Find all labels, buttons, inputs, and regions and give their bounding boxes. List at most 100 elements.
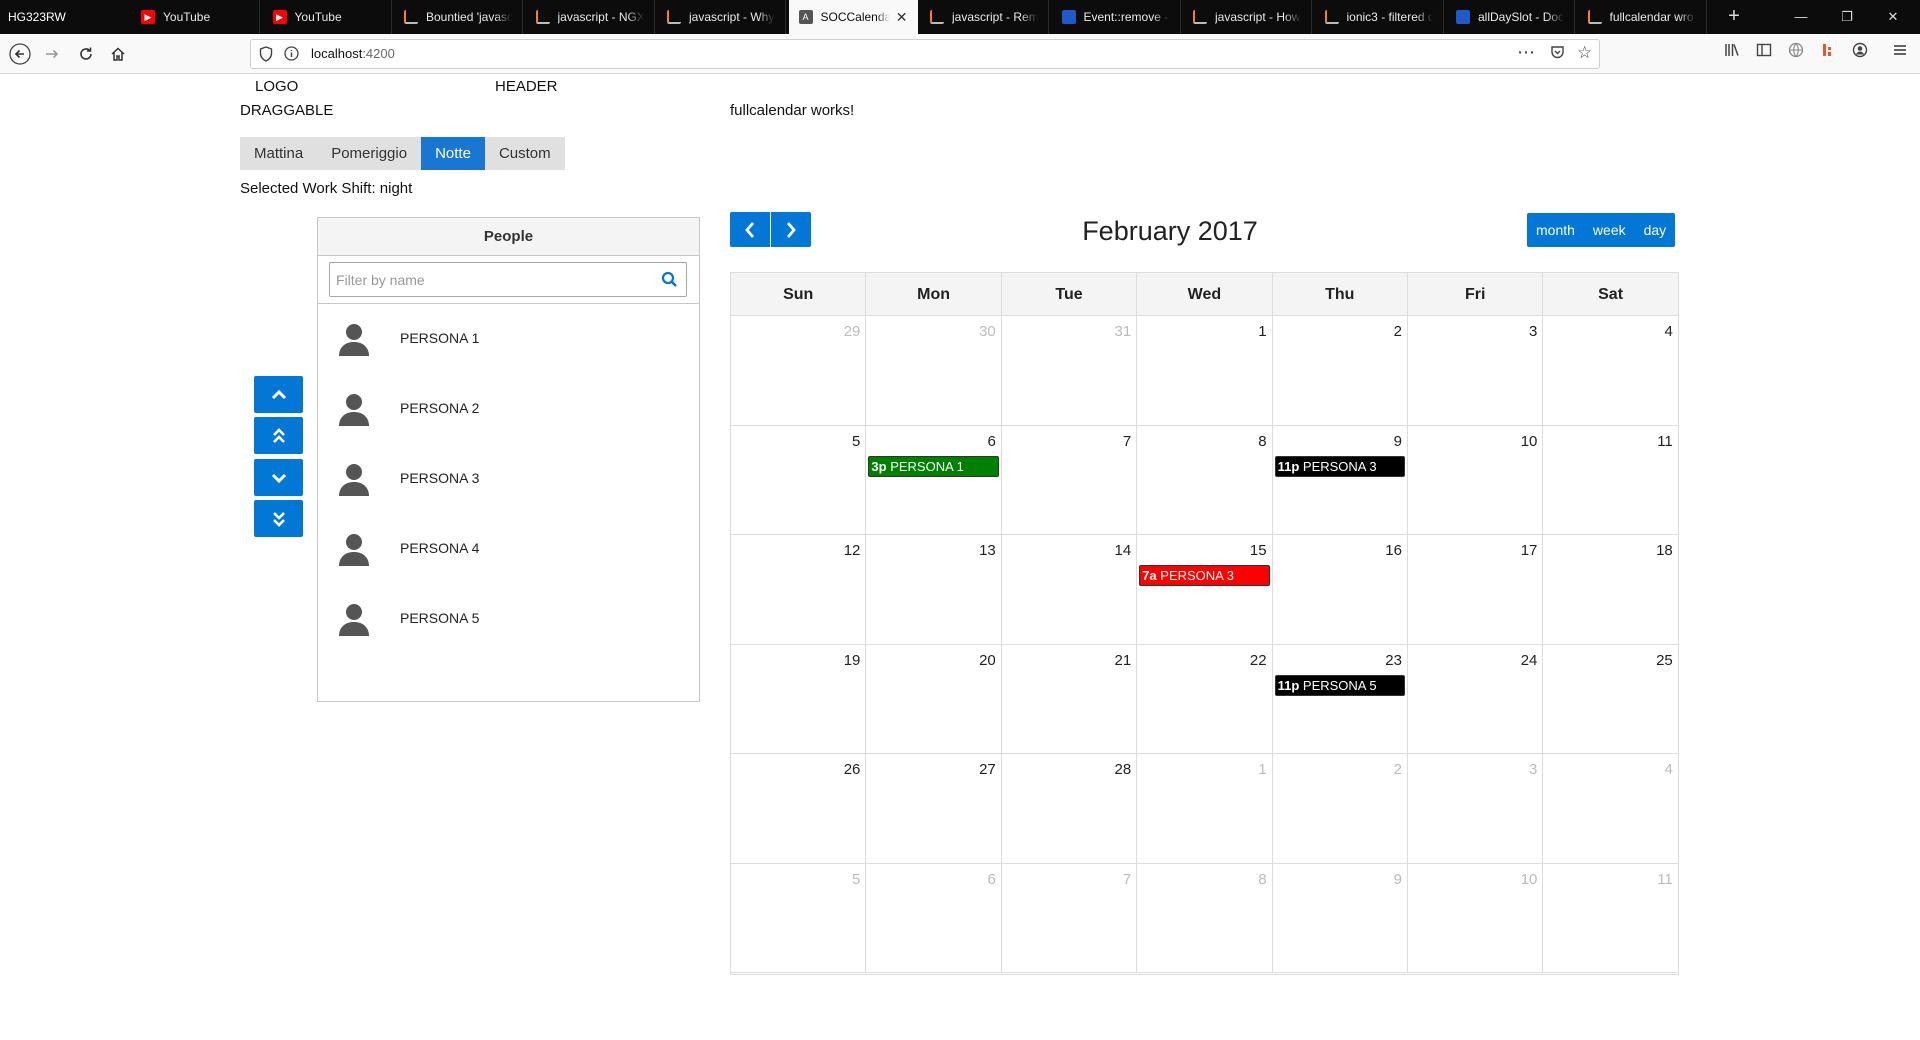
browser-tab[interactable]: ▶ YouTube — [131, 0, 260, 34]
browser-tab[interactable]: Bountied 'javasc — [394, 0, 523, 34]
calendar-day-cell[interactable]: 29 — [731, 316, 867, 426]
info-icon[interactable] — [284, 46, 299, 64]
calendar-day-cell[interactable]: 2 — [1272, 754, 1408, 864]
search-icon[interactable] — [661, 271, 678, 293]
calendar-day-cell[interactable]: 6 3p PERSONA 1 — [866, 425, 1002, 535]
calendar-day-cell[interactable]: 20 — [866, 644, 1002, 754]
move-top-button[interactable] — [254, 417, 303, 454]
calendar-day-cell[interactable]: 4 — [1543, 316, 1679, 426]
browser-tab[interactable]: A SOCCalendar ✕ — [788, 0, 918, 34]
bookmark-star-icon[interactable]: ☆ — [1577, 43, 1592, 63]
close-tab-icon[interactable]: ✕ — [896, 9, 908, 26]
calendar-day-cell[interactable]: 9 11p PERSONA 3 — [1272, 425, 1408, 535]
home-button[interactable] — [104, 40, 132, 68]
calendar-day-cell[interactable]: 7 — [1001, 863, 1138, 973]
calendar-day-cell[interactable]: 19 — [731, 644, 867, 754]
browser-tab[interactable]: javascript - Rem — [920, 0, 1049, 34]
calendar-day-cell[interactable]: 27 — [866, 754, 1002, 864]
calendar-day-cell[interactable]: 2 — [1272, 316, 1408, 426]
calendar-day-cell[interactable]: 15 7a PERSONA 3 — [1137, 535, 1273, 645]
filter-by-name-input[interactable] — [330, 263, 640, 296]
calendar-day-cell[interactable]: 3 — [1408, 754, 1544, 864]
person-list-item[interactable]: PERSONA 3 — [318, 444, 699, 514]
calendar-day-cell[interactable]: 26 — [731, 754, 867, 864]
new-tab-button[interactable]: + — [1716, 0, 1752, 34]
calendar-prev-button[interactable] — [730, 212, 770, 247]
library-icon[interactable] — [1720, 42, 1744, 66]
reload-button[interactable] — [72, 40, 100, 68]
calendar-day-cell[interactable]: 22 — [1137, 644, 1273, 754]
browser-tab[interactable]: fullcalendar wro — [1578, 0, 1707, 34]
shift-button-mattina[interactable]: Mattina — [240, 137, 318, 170]
move-bottom-button[interactable] — [254, 500, 303, 537]
calendar-day-cell[interactable]: 1 — [1137, 754, 1273, 864]
calendar-day-cell[interactable]: 6 — [866, 863, 1002, 973]
calendar-event[interactable]: 11p PERSONA 5 — [1274, 674, 1405, 696]
calendar-day-cell[interactable]: 24 — [1408, 644, 1544, 754]
person-list-item[interactable]: PERSONA 2 — [318, 374, 699, 444]
minimize-button[interactable]: — — [1778, 0, 1824, 34]
calendar-day-cell[interactable]: 21 — [1001, 644, 1138, 754]
url-text[interactable]: localhost:4200 — [311, 46, 395, 61]
calendar-day-cell[interactable]: 17 — [1408, 535, 1544, 645]
shift-button-pomeriggio[interactable]: Pomeriggio — [317, 137, 422, 170]
page-actions-icon[interactable]: ⋯ — [1517, 42, 1535, 63]
browser-tab[interactable]: ▶ YouTube — [263, 0, 392, 34]
person-list-item[interactable]: PERSONA 5 — [318, 584, 699, 654]
calendar-day-cell[interactable]: 4 — [1543, 754, 1679, 864]
calendar-day-cell[interactable]: 28 — [1001, 754, 1138, 864]
calendar-day-cell[interactable]: 13 — [866, 535, 1002, 645]
calendar-day-cell[interactable]: 10 — [1408, 863, 1544, 973]
calendar-day-cell[interactable]: 3 — [1408, 316, 1544, 426]
calendar-day-cell[interactable]: 1 — [1137, 316, 1273, 426]
calendar-day-cell[interactable]: 16 — [1272, 535, 1408, 645]
calendar-day-cell[interactable]: 12 — [731, 535, 867, 645]
close-window-button[interactable]: ✕ — [1870, 0, 1916, 34]
calendar-day-cell[interactable]: 7 — [1001, 425, 1138, 535]
browser-tab[interactable]: javascript - NGX — [526, 0, 655, 34]
browser-tab[interactable]: Event::remove - F — [1052, 0, 1181, 34]
browser-tab[interactable]: allDaySlot - Docs — [1446, 0, 1575, 34]
calendar-day-cell[interactable]: 23 11p PERSONA 5 — [1272, 644, 1408, 754]
browser-tab[interactable]: javascript - How — [1183, 0, 1312, 34]
calendar-day-cell[interactable]: 18 — [1543, 535, 1679, 645]
browser-tab[interactable]: ionic3 - filtered d — [1315, 0, 1444, 34]
calendar-day-cell[interactable]: 30 — [866, 316, 1002, 426]
shift-button-custom[interactable]: Custom — [484, 137, 565, 170]
person-list-item[interactable]: PERSONA 4 — [318, 514, 699, 584]
move-up-button[interactable] — [254, 376, 303, 413]
sidebar-icon[interactable] — [1752, 42, 1776, 66]
person-list-item[interactable]: PERSONA 1 — [318, 304, 699, 374]
menu-icon[interactable] — [1888, 42, 1912, 66]
view-button-day[interactable]: day — [1635, 213, 1676, 247]
calendar-day-cell[interactable]: 8 — [1137, 425, 1273, 535]
pocket-icon[interactable] — [1550, 45, 1565, 64]
calendar-event[interactable]: 3p PERSONA 1 — [868, 455, 999, 477]
calendar-next-button[interactable] — [771, 212, 811, 247]
calendar-day-cell[interactable]: 11 — [1543, 863, 1679, 973]
restore-button[interactable]: ❐ — [1824, 0, 1870, 34]
view-button-week[interactable]: week — [1584, 213, 1635, 247]
url-bar[interactable]: localhost:4200 ⋯ ☆ — [250, 39, 1600, 69]
calendar-event[interactable]: 7a PERSONA 3 — [1139, 565, 1270, 586]
back-button[interactable] — [6, 40, 34, 68]
view-button-month[interactable]: month — [1527, 213, 1584, 247]
calendar-day-cell[interactable]: 14 — [1001, 535, 1138, 645]
calendar-day-cell[interactable]: 9 — [1272, 863, 1408, 973]
calendar-day-cell[interactable]: 10 — [1408, 425, 1544, 535]
calendar-day-cell[interactable]: 11 — [1543, 425, 1679, 535]
calendar-day-cell[interactable]: 5 — [731, 863, 867, 973]
globe-icon[interactable] — [1784, 42, 1808, 66]
calendar-event[interactable]: 11p PERSONA 3 — [1274, 455, 1405, 477]
move-down-button[interactable] — [254, 459, 303, 496]
forward-button[interactable] — [38, 40, 66, 68]
account-icon[interactable] — [1848, 42, 1872, 66]
extension-icon[interactable] — [1816, 42, 1840, 66]
browser-tab[interactable]: javascript - Why — [657, 0, 786, 34]
shield-icon[interactable] — [259, 46, 273, 65]
calendar-day-cell[interactable]: 25 — [1543, 644, 1679, 754]
calendar-day-cell[interactable]: 5 — [731, 425, 867, 535]
calendar-day-cell[interactable]: 8 — [1137, 863, 1273, 973]
calendar-day-cell[interactable]: 31 — [1001, 316, 1138, 426]
shift-button-notte[interactable]: Notte — [421, 137, 485, 170]
